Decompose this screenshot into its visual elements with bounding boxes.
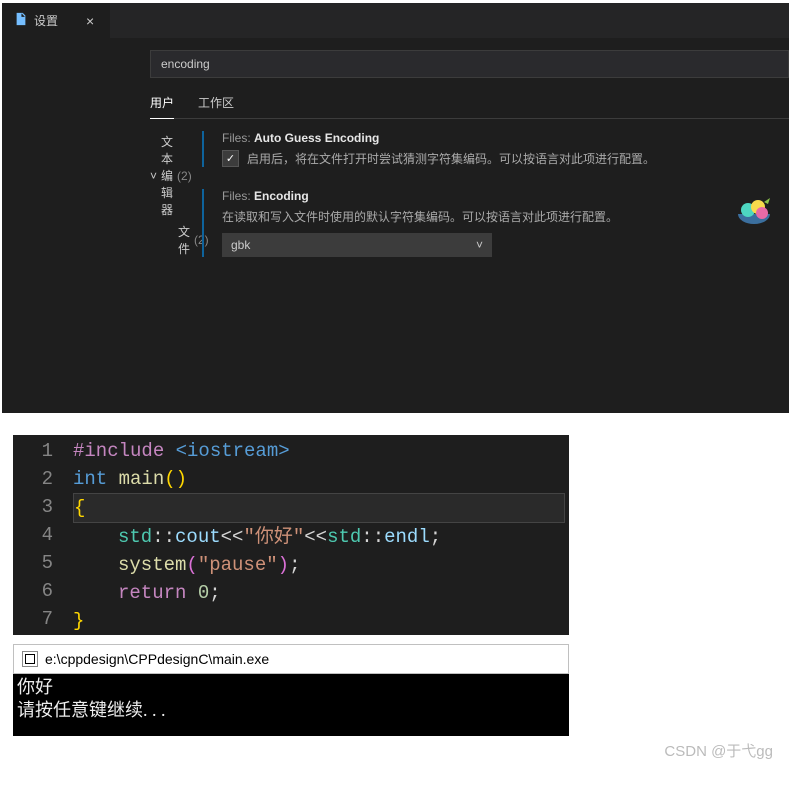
setting-prefix: Files: — [222, 131, 254, 145]
token-var: endl — [384, 526, 430, 548]
close-icon[interactable]: × — [82, 11, 98, 31]
code-line: int main() — [73, 465, 569, 493]
token-paren: () — [164, 468, 187, 490]
line-number: 1 — [13, 437, 53, 465]
token-namespace: std — [327, 526, 361, 548]
token-op: << — [304, 526, 327, 548]
code-line: #include <iostream> — [73, 437, 569, 465]
line-number: 7 — [13, 605, 53, 633]
token-function: main — [107, 468, 164, 490]
token-function: system — [118, 554, 186, 576]
token-punct: ; — [289, 554, 300, 576]
code-line: system("pause"); — [73, 551, 569, 579]
code-body[interactable]: #include <iostream> int main() { std::co… — [73, 435, 569, 635]
token-string: "你好" — [243, 526, 304, 548]
checkbox-auto-guess[interactable]: ✓ — [222, 150, 239, 167]
console-icon — [22, 651, 38, 667]
line-gutter: 1 2 3 4 5 6 7 — [13, 435, 73, 635]
watermark-text: CSDN @于弋gg — [0, 736, 791, 771]
token-punct: ; — [209, 582, 220, 604]
terminal-path: e:\cppdesign\CPPdesignC\main.exe — [45, 651, 269, 667]
chevron-down-icon: ˅ — [476, 238, 483, 252]
search-container — [2, 38, 789, 78]
code-editor: 1 2 3 4 5 6 7 #include <iostream> int ma… — [13, 435, 569, 635]
code-line: std::cout<<"你好"<<std::endl; — [73, 523, 569, 551]
token-paren: ( — [186, 554, 197, 576]
settings-panel: 设置 × 用户 工作区 ˅ 文本编辑器 (2) 文件 (2) Files: Au… — [2, 3, 789, 413]
code-line-active: { — [73, 493, 565, 523]
token-var: cout — [175, 526, 221, 548]
token-string: "pause" — [198, 554, 278, 576]
line-number: 2 — [13, 465, 53, 493]
setting-name: Encoding — [254, 189, 309, 203]
setting-prefix: Files: — [222, 189, 254, 203]
scope-tab-user[interactable]: 用户 — [150, 94, 174, 119]
token-punct: :: — [361, 526, 384, 548]
settings-file-icon — [14, 12, 28, 29]
setting-check-row: ✓ 启用后，将在文件打开时尝试猜测字符集编码。可以按语言对此项进行配置。 — [222, 150, 714, 167]
settings-body: ˅ 文本编辑器 (2) 文件 (2) Files: Auto Guess Enc… — [2, 131, 789, 279]
token-brace: } — [73, 610, 84, 632]
token-keyword: int — [73, 468, 107, 490]
settings-search-input[interactable] — [150, 50, 789, 78]
settings-content: Files: Auto Guess Encoding ✓ 启用后，将在文件打开时… — [162, 131, 789, 279]
setting-label: Files: Auto Guess Encoding — [222, 131, 714, 145]
token-op: << — [221, 526, 244, 548]
dropdown-value: gbk — [231, 238, 250, 252]
tree-item-text-editor[interactable]: ˅ 文本编辑器 (2) — [150, 131, 162, 220]
token-brace: { — [74, 497, 85, 519]
terminal-line: 请按任意键继续. . . — [17, 699, 565, 722]
token-paren: ) — [278, 554, 289, 576]
line-number: 4 — [13, 521, 53, 549]
terminal-window: e:\cppdesign\CPPdesignC\main.exe 你好 请按任意… — [13, 644, 569, 736]
encoding-dropdown[interactable]: gbk ˅ — [222, 233, 492, 257]
terminal-title-bar: e:\cppdesign\CPPdesignC\main.exe — [13, 644, 569, 674]
token-include: <iostream> — [164, 440, 289, 462]
line-number: 6 — [13, 577, 53, 605]
setting-label: Files: Encoding — [222, 189, 714, 203]
tab-bar: 设置 × — [2, 3, 789, 38]
token-number: 0 — [186, 582, 209, 604]
candy-bowl-icon — [734, 194, 774, 234]
token-punct: ; — [430, 526, 441, 548]
setting-encoding: Files: Encoding 在读取和写入文件时使用的默认字符集编码。可以按语… — [202, 189, 714, 257]
tab-title: 设置 — [34, 12, 58, 29]
setting-name: Auto Guess Encoding — [254, 131, 379, 145]
code-line: } — [73, 607, 569, 635]
token-namespace: std — [118, 526, 152, 548]
settings-tree: ˅ 文本编辑器 (2) 文件 (2) — [2, 131, 162, 279]
scope-tabs: 用户 工作区 — [150, 94, 789, 119]
terminal-line: 你好 — [17, 676, 565, 699]
token-punct: :: — [152, 526, 175, 548]
setting-desc: 在读取和写入文件时使用的默认字符集编码。可以按语言对此项进行配置。 — [222, 208, 714, 225]
line-number: 3 — [13, 493, 53, 521]
settings-tab[interactable]: 设置 × — [2, 3, 110, 38]
scope-tab-workspace[interactable]: 工作区 — [198, 94, 234, 111]
terminal-output: 你好 请按任意键继续. . . — [13, 674, 569, 736]
setting-auto-guess-encoding: Files: Auto Guess Encoding ✓ 启用后，将在文件打开时… — [202, 131, 714, 167]
line-number: 5 — [13, 549, 53, 577]
chevron-down-icon: ˅ — [150, 169, 157, 183]
code-line: return 0; — [73, 579, 569, 607]
token-keyword: return — [118, 582, 186, 604]
token-preproc: #include — [73, 440, 164, 462]
setting-desc: 启用后，将在文件打开时尝试猜测字符集编码。可以按语言对此项进行配置。 — [247, 150, 655, 167]
